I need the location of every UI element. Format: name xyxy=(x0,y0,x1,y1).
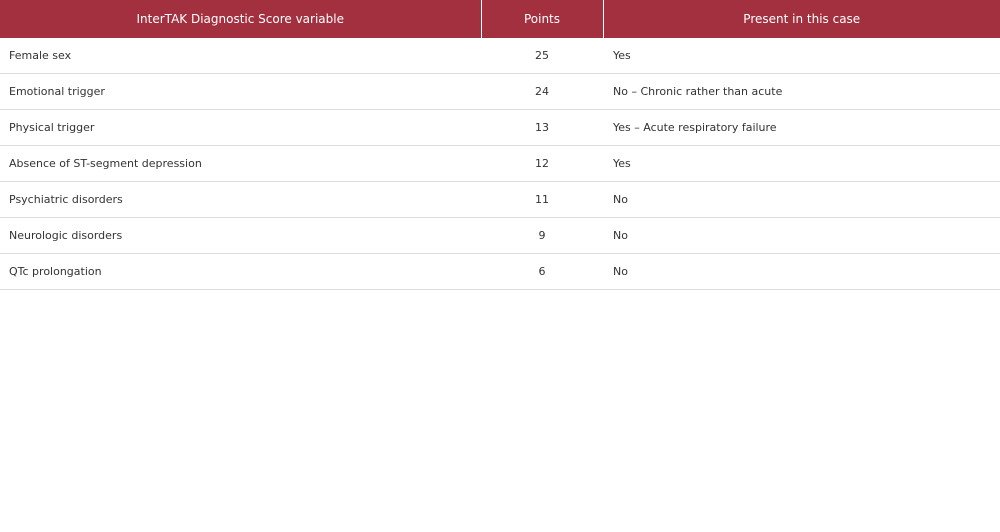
variable-cell: QTc prolongation xyxy=(0,253,481,290)
variable-cell: Female sex xyxy=(0,38,481,74)
column-header-present: Present in this case xyxy=(603,0,1000,38)
present-cell: No xyxy=(603,253,1000,290)
points-cell: 9 xyxy=(481,217,603,254)
intertak-score-table: InterTAK Diagnostic Score variable Point… xyxy=(0,0,1000,290)
present-cell: Yes – Acute respiratory failure xyxy=(603,109,1000,146)
table-row: Female sex 25 Yes xyxy=(0,38,1000,74)
present-cell: Yes xyxy=(603,145,1000,182)
variable-cell: Neurologic disorders xyxy=(0,217,481,254)
table-row: Absence of ST-segment depression 12 Yes xyxy=(0,145,1000,182)
points-cell: 6 xyxy=(481,253,603,290)
present-cell: No xyxy=(603,181,1000,218)
table-body: Female sex 25 Yes Emotional trigger 24 N… xyxy=(0,38,1000,290)
points-cell: 13 xyxy=(481,109,603,146)
table-row: QTc prolongation 6 No xyxy=(0,253,1000,290)
points-cell: 11 xyxy=(481,181,603,218)
present-cell: Yes xyxy=(603,38,1000,74)
table-header: InterTAK Diagnostic Score variable Point… xyxy=(0,0,1000,38)
table-row: Emotional trigger 24 No – Chronic rather… xyxy=(0,73,1000,110)
column-header-points: Points xyxy=(481,0,604,38)
header-row: InterTAK Diagnostic Score variable Point… xyxy=(0,0,1000,38)
variable-cell: Absence of ST-segment depression xyxy=(0,145,481,182)
variable-cell: Emotional trigger xyxy=(0,73,481,110)
points-cell: 24 xyxy=(481,73,603,110)
points-cell: 12 xyxy=(481,145,603,182)
table-row: Physical trigger 13 Yes – Acute respirat… xyxy=(0,109,1000,146)
variable-cell: Physical trigger xyxy=(0,109,481,146)
variable-cell: Psychiatric disorders xyxy=(0,181,481,218)
points-cell: 25 xyxy=(481,38,603,74)
present-cell: No xyxy=(603,217,1000,254)
table-row: Psychiatric disorders 11 No xyxy=(0,181,1000,218)
table-row: Neurologic disorders 9 No xyxy=(0,217,1000,254)
present-cell: No – Chronic rather than acute xyxy=(603,73,1000,110)
column-header-variable: InterTAK Diagnostic Score variable xyxy=(0,0,482,38)
